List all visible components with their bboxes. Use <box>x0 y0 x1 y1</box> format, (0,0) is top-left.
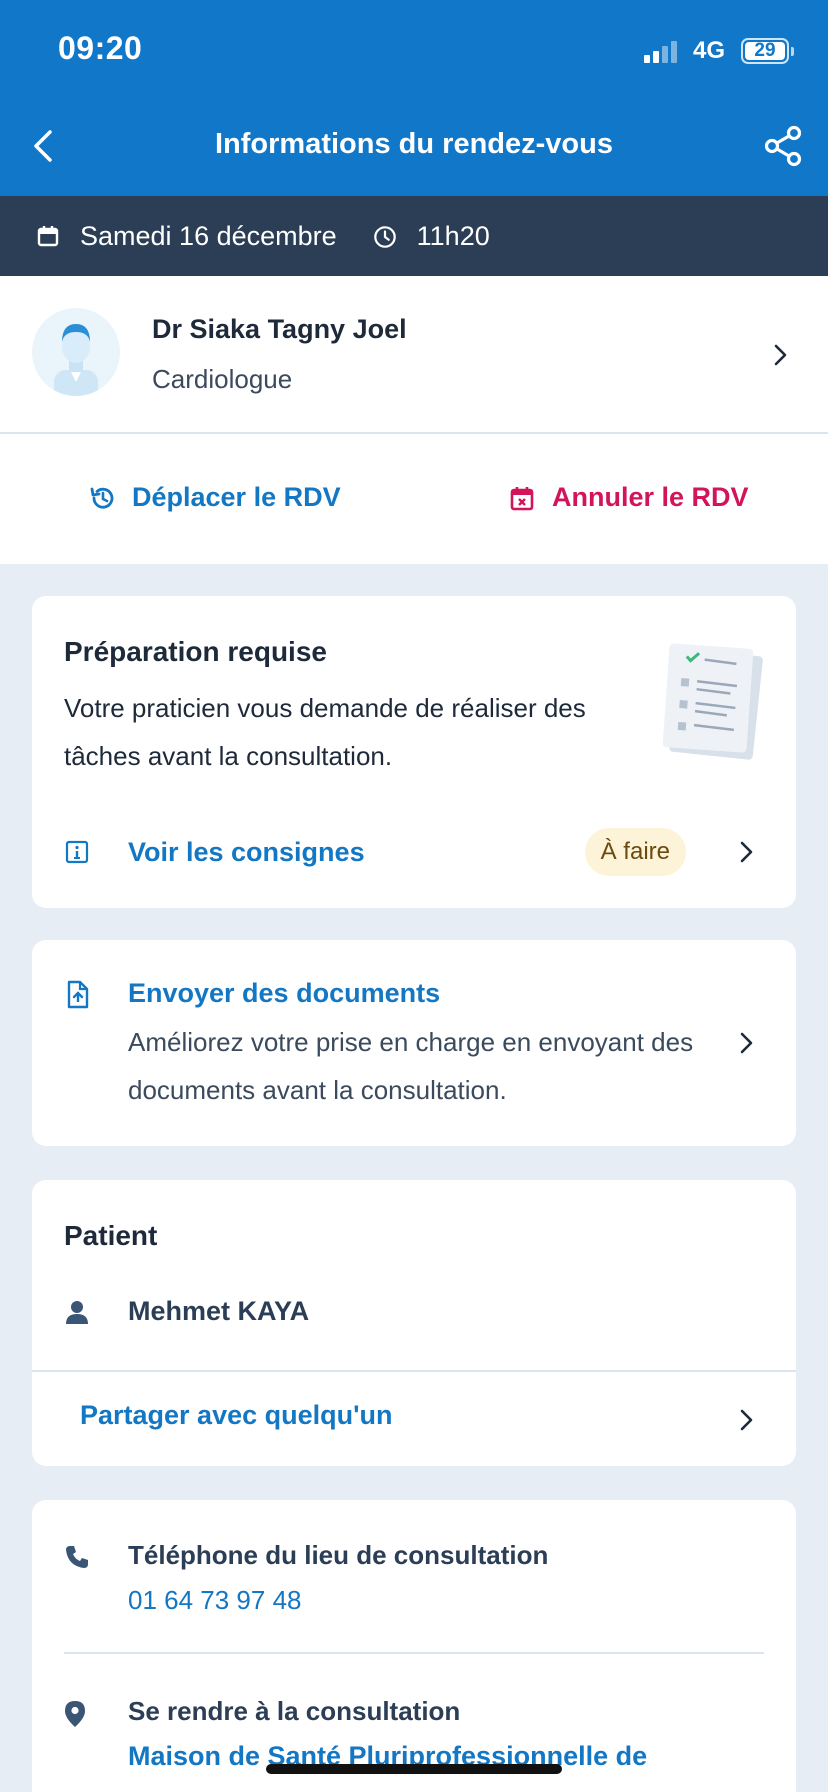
status-time: 09:20 <box>58 30 143 66</box>
status-indicators: 4G 29 <box>643 34 794 68</box>
divider <box>32 1370 796 1372</box>
signal-icon <box>643 39 677 63</box>
doctor-specialty: Cardiologue <box>152 364 293 394</box>
chevron-right-icon <box>774 344 787 366</box>
home-indicator <box>266 1764 562 1774</box>
share-with-someone-link[interactable]: Partager avec quelqu'un <box>80 1400 393 1431</box>
patient-name: Mehmet KAYA <box>128 1296 310 1326</box>
directions-label: Se rendre à la consultation <box>128 1696 461 1726</box>
view-instructions-link[interactable]: Voir les consignes <box>128 837 365 868</box>
calendar-icon <box>36 224 60 248</box>
page-title: Informations du rendez-vous <box>215 128 613 160</box>
doctor-avatar <box>32 308 120 396</box>
battery-icon: 29 <box>741 38 794 64</box>
phone-label: Téléphone du lieu de consultation <box>128 1540 549 1570</box>
phone-row[interactable]: Téléphone du lieu de consultation 01 64 … <box>64 1540 548 1616</box>
user-icon <box>64 1299 90 1325</box>
chevron-right-icon <box>740 841 753 863</box>
move-appointment-label: Déplacer le RDV <box>132 482 341 512</box>
patient-section-title: Patient <box>64 1220 158 1251</box>
checklist-illustration <box>662 643 763 760</box>
appointment-actions: Déplacer le RDV Annuler le RDV <box>0 434 828 564</box>
chevron-right-icon[interactable] <box>734 1408 758 1432</box>
view-instructions-row[interactable]: Voir les consignes À faire <box>64 828 766 876</box>
patient-card: Patient Mehmet KAYA Partager avec quelqu… <box>32 1180 796 1466</box>
appointment-date: Samedi 16 décembre <box>80 220 337 251</box>
send-documents-text: Améliorez votre prise en charge en envoy… <box>128 1027 694 1105</box>
location-pin-icon <box>64 1700 90 1728</box>
cancel-appointment-label: Annuler le RDV <box>552 482 749 512</box>
send-documents-title: Envoyer des documents <box>128 978 441 1008</box>
consultation-place-card: Téléphone du lieu de consultation 01 64 … <box>32 1500 796 1792</box>
doctor-card[interactable]: Dr Siaka Tagny Joel Cardiologue <box>0 276 828 434</box>
history-icon <box>88 484 116 512</box>
network-type: 4G <box>692 37 725 64</box>
battery-level: 29 <box>745 40 785 61</box>
appointment-datetime-bar: Samedi 16 décembre 11h20 <box>0 196 828 276</box>
phone-number-link[interactable]: 01 64 73 97 48 <box>128 1585 548 1616</box>
top-app-bar: 09:20 4G 29 Informations du rendez-vous <box>0 0 828 196</box>
chevron-right-icon <box>740 1032 753 1054</box>
patient-row: Mehmet KAYA <box>64 1296 309 1327</box>
appointment-time: 11h20 <box>416 220 490 251</box>
info-icon <box>64 839 90 865</box>
share-button[interactable] <box>762 124 806 168</box>
move-appointment-button[interactable]: Déplacer le RDV <box>88 482 341 513</box>
divider <box>64 1652 764 1654</box>
calendar-x-icon <box>508 484 536 512</box>
preparation-title: Préparation requise <box>64 636 327 667</box>
cancel-appointment-button[interactable]: Annuler le RDV <box>508 482 749 513</box>
file-upload-icon <box>67 980 89 1009</box>
preparation-text: Votre praticien vous demande de réaliser… <box>64 693 586 771</box>
doctor-name: Dr Siaka Tagny Joel <box>152 314 407 344</box>
phone-icon <box>64 1544 90 1572</box>
todo-badge: À faire <box>584 828 686 876</box>
share-icon <box>764 125 802 167</box>
directions-row[interactable]: Se rendre à la consultation Maison de Sa… <box>64 1696 647 1772</box>
preparation-card: Préparation requise Votre praticien vous… <box>32 596 796 908</box>
send-documents-card[interactable]: Envoyer des documents Améliorez votre pr… <box>32 940 796 1146</box>
clock-icon <box>373 224 397 248</box>
